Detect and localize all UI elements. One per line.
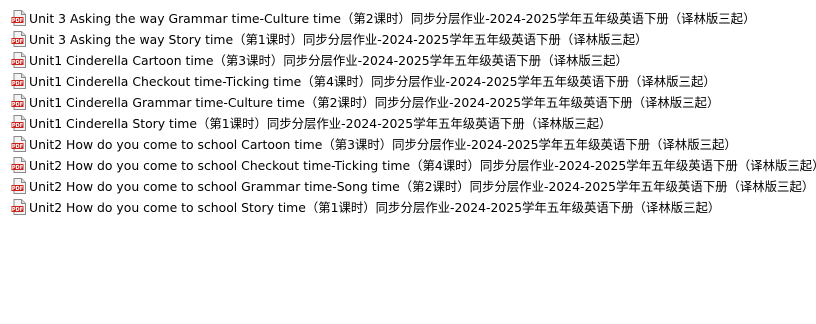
pdf-file-icon: PDF [11,30,27,47]
file-row[interactable]: PDF Unit2 How do you come to school Stor… [0,196,816,217]
file-row[interactable]: PDF Unit1 Cinderella Grammar time-Cultur… [0,91,816,112]
pdf-file-icon: PDF [11,51,27,68]
file-name: Unit2 How do you come to school Checkout… [29,157,816,173]
file-row[interactable]: PDF Unit2 How do you come to school Chec… [0,154,816,175]
file-name: Unit2 How do you come to school Grammar … [29,178,815,194]
pdf-file-icon: PDF [11,156,27,173]
pdf-file-icon: PDF [11,114,27,131]
file-row[interactable]: PDF Unit 3 Asking the way Story time（第1课… [0,28,816,49]
file-name: Unit 3 Asking the way Story time（第1课时）同步… [29,31,648,47]
file-row[interactable]: PDF Unit1 Cinderella Checkout time-Ticki… [0,70,816,91]
file-row[interactable]: PDF Unit1 Cinderella Cartoon time（第3课时）同… [0,49,816,70]
svg-text:PDF: PDF [12,186,23,192]
file-name: Unit2 How do you come to school Story ti… [29,199,721,215]
pdf-file-icon: PDF [11,72,27,89]
file-name: Unit1 Cinderella Cartoon time（第3课时）同步分层作… [29,52,628,68]
file-row[interactable]: PDF Unit2 How do you come to school Gram… [0,175,816,196]
svg-text:PDF: PDF [12,123,23,129]
svg-text:PDF: PDF [12,165,23,171]
pdf-file-icon: PDF [11,198,27,215]
pdf-file-icon: PDF [11,135,27,152]
pdf-file-icon: PDF [11,93,27,110]
svg-text:PDF: PDF [12,207,23,213]
svg-text:PDF: PDF [12,102,23,108]
svg-text:PDF: PDF [12,60,23,66]
file-name: Unit1 Cinderella Story time（第1课时）同步分层作业-… [29,115,612,131]
file-name: Unit 3 Asking the way Grammar time-Cultu… [29,10,756,26]
file-name: Unit1 Cinderella Checkout time-Ticking t… [29,73,716,89]
svg-text:PDF: PDF [12,81,23,87]
file-row[interactable]: PDF Unit 3 Asking the way Grammar time-C… [0,7,816,28]
file-row[interactable]: PDF Unit2 How do you come to school Cart… [0,133,816,154]
svg-text:PDF: PDF [12,18,23,24]
pdf-file-icon: PDF [11,177,27,194]
file-name: Unit2 How do you come to school Cartoon … [29,136,737,152]
svg-text:PDF: PDF [12,39,23,45]
file-row[interactable]: PDF Unit1 Cinderella Story time（第1课时）同步分… [0,112,816,133]
file-name: Unit1 Cinderella Grammar time-Culture ti… [29,94,720,110]
file-list: PDF Unit 3 Asking the way Grammar time-C… [0,0,816,324]
pdf-file-icon: PDF [11,9,27,26]
svg-text:PDF: PDF [12,144,23,150]
